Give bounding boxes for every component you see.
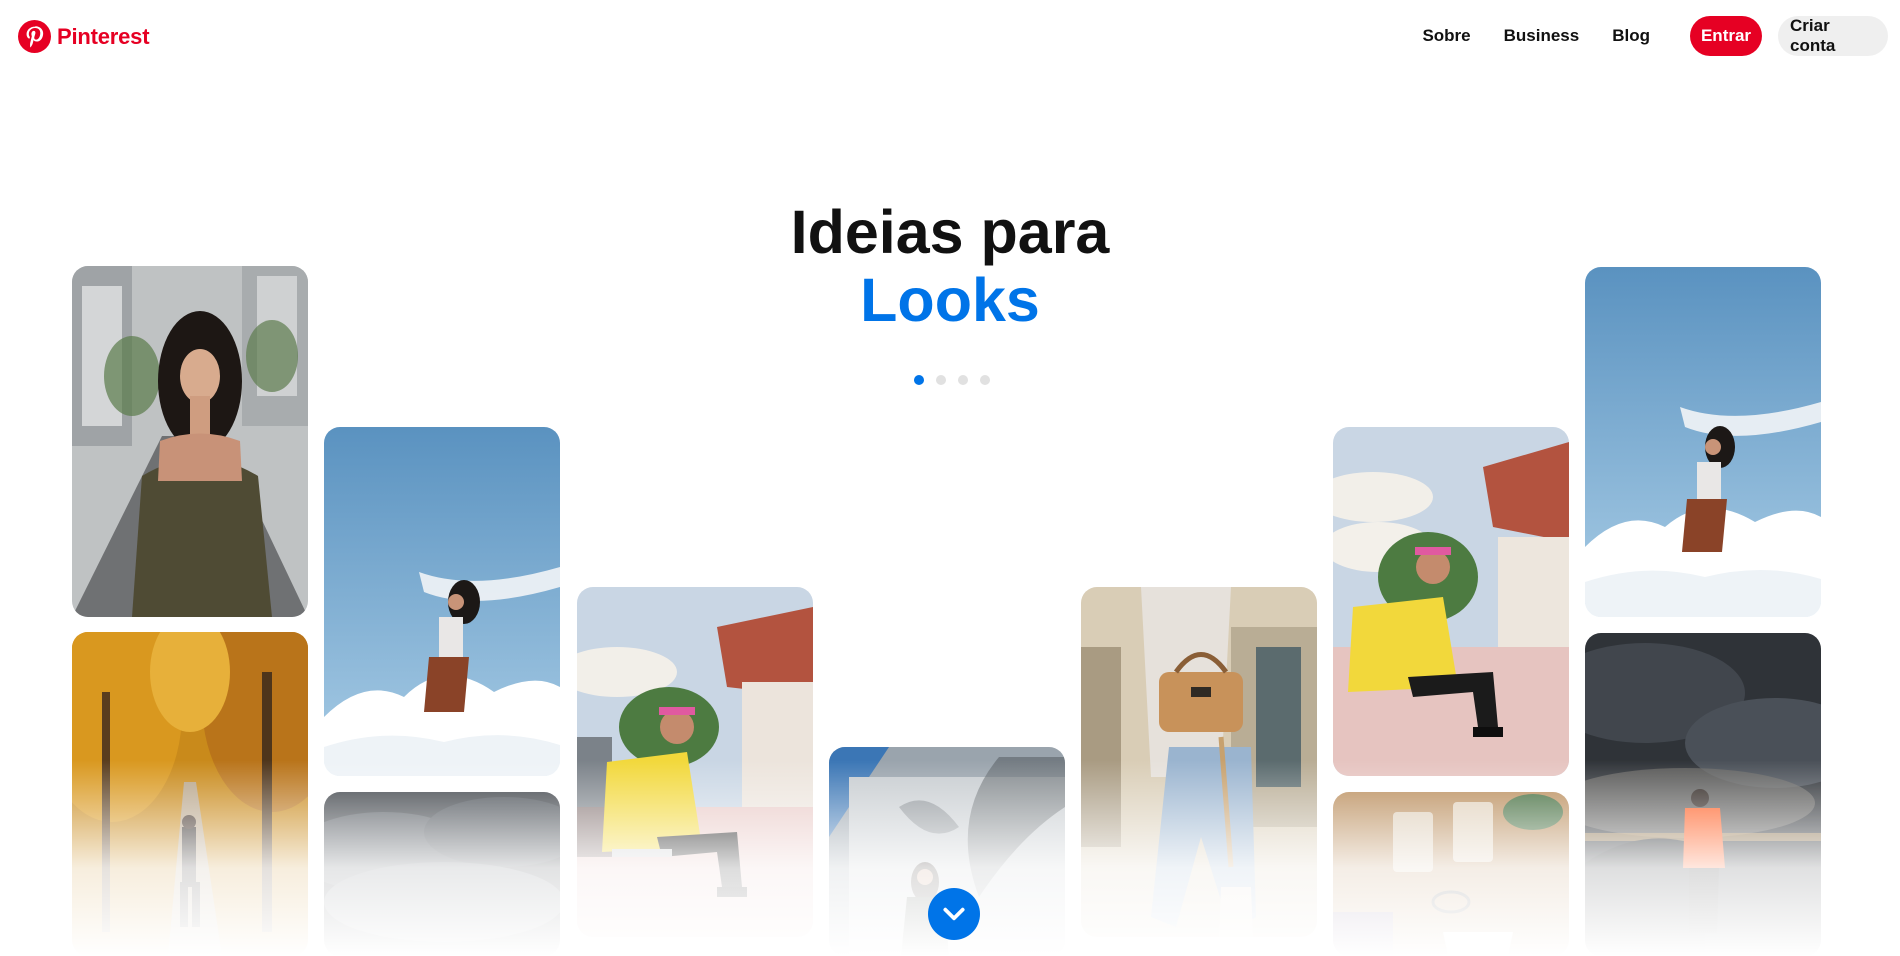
scroll-down-button[interactable]	[928, 888, 980, 940]
pin-orange-jacket-night-image	[1585, 633, 1821, 956]
pin-yellow-jacket-2-image	[1333, 427, 1569, 776]
hero-title: Ideias para	[790, 198, 1110, 266]
pin-autumn-forest[interactable]	[72, 632, 308, 956]
carousel-dot-2[interactable]	[936, 375, 946, 385]
pin-yellow-jacket[interactable]	[577, 587, 813, 937]
pin-sky-scarf-image	[324, 427, 560, 776]
pin-glasses-table-image	[1333, 792, 1569, 956]
hero-topic: Looks	[860, 266, 1040, 334]
chevron-down-icon	[943, 907, 965, 921]
carousel-dots	[914, 375, 990, 385]
pin-sky-scarf[interactable]	[324, 427, 560, 776]
pin-handbag-jeans[interactable]	[1081, 587, 1317, 937]
pin-glasses-table[interactable]	[1333, 792, 1569, 956]
pin-yellow-jacket-2[interactable]	[1333, 427, 1569, 776]
pin-autumn-forest-image	[72, 632, 308, 956]
pin-yellow-jacket-image	[577, 587, 813, 937]
carousel-dot-4[interactable]	[980, 375, 990, 385]
carousel-dot-3[interactable]	[958, 375, 968, 385]
pin-handbag-jeans-image	[1081, 587, 1317, 937]
pin-storm-clouds-image	[324, 792, 560, 956]
pin-grid	[0, 0, 1900, 956]
pin-storm-clouds[interactable]	[324, 792, 560, 956]
pin-orange-jacket-night[interactable]	[1585, 633, 1821, 956]
carousel-dot-1[interactable]	[914, 375, 924, 385]
